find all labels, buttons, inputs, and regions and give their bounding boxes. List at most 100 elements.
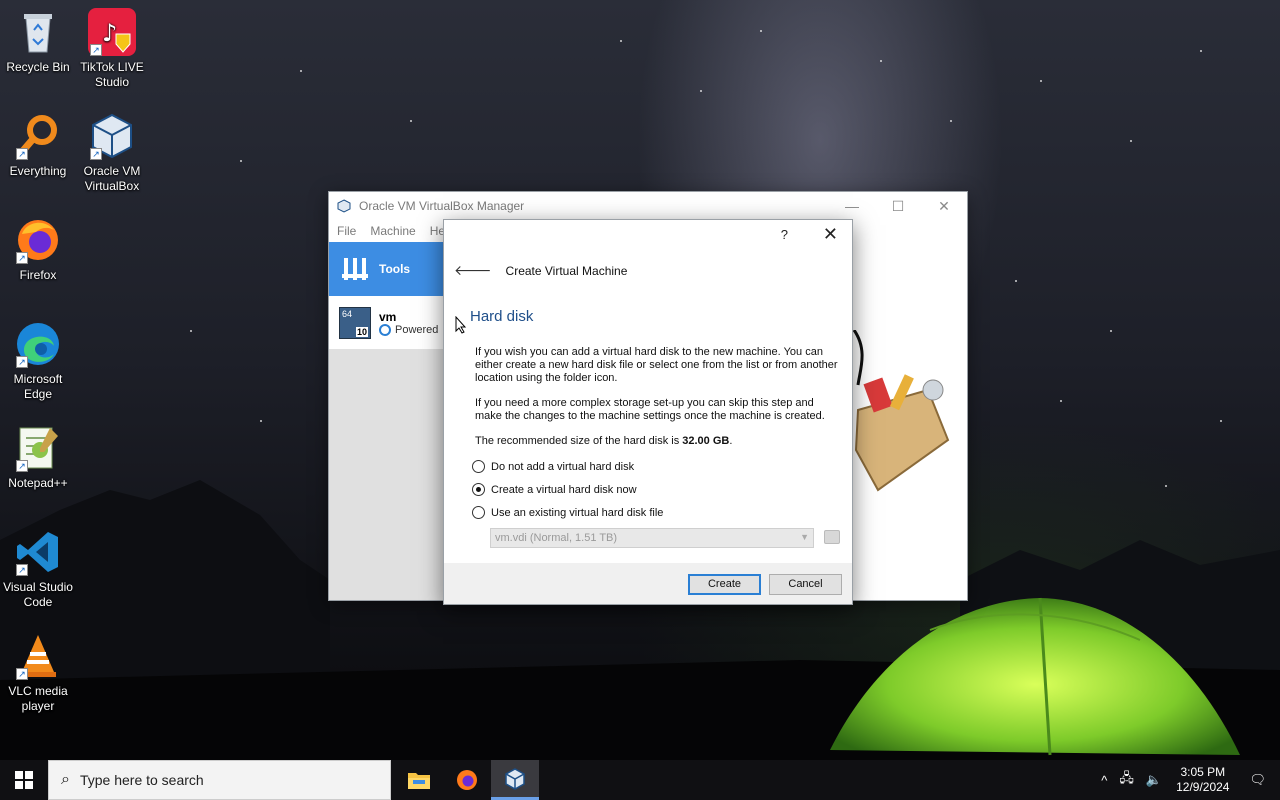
help-button[interactable]: ? [781, 227, 788, 242]
file-explorer-icon [408, 773, 430, 789]
shortcut-arrow-icon: ↗ [16, 564, 28, 576]
svg-text:♪: ♪ [102, 19, 117, 47]
desktop-icon-label: VLC media player [8, 684, 68, 713]
existing-disk-value: vm.vdi (Normal, 1.51 TB) [495, 532, 618, 544]
edge-icon: ↗ [14, 320, 62, 368]
recycle-bin-icon [14, 8, 62, 56]
shortcut-arrow-icon: ↗ [16, 252, 28, 264]
chevron-up-icon[interactable]: ^ [1101, 773, 1107, 788]
search-placeholder: Type here to search [79, 772, 204, 788]
vm-name: vm [379, 309, 397, 324]
clock[interactable]: 3:05 PM 12/9/2024 [1176, 765, 1229, 795]
recommended-size-text: The recommended size of the hard disk is… [475, 435, 843, 448]
tent-image [830, 597, 1240, 756]
tools-icon [342, 258, 368, 280]
desktop-icon-tiktok[interactable]: ♪ ↗ TikTok LIVE Studio [74, 8, 150, 90]
desktop-icon-firefox[interactable]: ↗ Firefox [0, 216, 76, 283]
machine-list-sidebar: Tools 64 10 vm Powered [329, 242, 444, 600]
minimize-button[interactable]: — [829, 192, 875, 220]
close-button[interactable]: ✕ [921, 192, 967, 220]
recommended-prefix: The recommended size of the hard disk is [475, 435, 683, 447]
menu-file[interactable]: File [337, 224, 356, 238]
desktop-icon-everything[interactable]: ↗ Everything [0, 112, 76, 179]
radio-button[interactable] [472, 506, 485, 519]
create-button[interactable]: Create [688, 574, 761, 595]
desktop-icon-label: Everything [9, 164, 67, 178]
desktop-icon-vlc[interactable]: ↗ VLC media player [0, 632, 76, 714]
menu-machine[interactable]: Machine [370, 224, 415, 238]
desktop-icon-label: TikTok LIVE Studio [80, 60, 144, 89]
shortcut-arrow-icon: ↗ [90, 44, 102, 56]
back-arrow-icon[interactable]: 🡐 [454, 262, 492, 279]
system-tray: ^ 🖧 🔈 3:05 PM 12/9/2024 🗨 [1095, 760, 1280, 800]
shortcut-arrow-icon: ↗ [90, 148, 102, 160]
everything-search-icon: ↗ [14, 112, 62, 160]
search-icon: ⌕ [61, 771, 70, 788]
storage-hint-paragraph: If you need a more complex storage set-u… [475, 397, 825, 422]
dialog-titlebar[interactable]: ? ✕ [444, 220, 852, 252]
mouse-cursor-icon [455, 316, 467, 334]
radio-button-selected[interactable] [472, 483, 485, 496]
radio-label: Do not add a virtual hard disk [491, 460, 635, 473]
virtualbox-icon [505, 767, 525, 790]
desktop-icon-notepadpp[interactable]: ↗ Notepad++ [0, 424, 76, 491]
desktop-icon-vscode[interactable]: ↗ Visual Studio Code [0, 528, 76, 610]
shortcut-arrow-icon: ↗ [16, 148, 28, 160]
taskbar-search-box[interactable]: ⌕ Type here to search [48, 760, 391, 800]
clock-date: 12/9/2024 [1176, 780, 1230, 794]
desktop-icon-edge[interactable]: ↗ Microsoft Edge [0, 320, 76, 402]
radio-label: Use an existing virtual hard disk file [491, 506, 664, 519]
desktop-icon-label: Microsoft Edge [13, 372, 63, 401]
shortcut-arrow-icon: ↗ [16, 460, 28, 472]
recommended-size-value: 32.00 GB [682, 435, 730, 447]
clock-time: 3:05 PM [1180, 765, 1226, 779]
desktop-icon-label: Visual Studio Code [3, 580, 73, 609]
close-icon[interactable]: ✕ [823, 224, 838, 245]
radio-no-disk[interactable]: Do not add a virtual hard disk [472, 460, 634, 473]
os-version: 10 [355, 326, 368, 337]
radio-button[interactable] [472, 460, 485, 473]
firefox-icon: ↗ [14, 216, 62, 264]
dialog-title: Create Virtual Machine [505, 263, 628, 278]
start-button[interactable] [0, 760, 48, 800]
radio-create-disk[interactable]: Create a virtual hard disk now [472, 483, 637, 496]
desktop-icon-recycle-bin[interactable]: Recycle Bin [0, 8, 76, 75]
shortcut-arrow-icon: ↗ [16, 668, 28, 680]
tools-item[interactable]: Tools [329, 242, 444, 296]
taskbar-firefox[interactable] [443, 760, 491, 800]
recommended-suffix: . [729, 435, 733, 447]
vm-list-item[interactable]: 64 10 vm Powered [329, 296, 444, 349]
taskbar-file-explorer[interactable] [395, 760, 443, 800]
desktop-icon-label: Firefox [19, 268, 57, 282]
network-icon[interactable]: 🖧 [1119, 769, 1134, 791]
windows-logo-icon [15, 771, 33, 789]
tiktok-icon: ♪ ↗ [88, 8, 136, 56]
power-icon [379, 323, 391, 336]
folder-icon[interactable] [824, 530, 840, 544]
desktop-icon-label: Notepad++ [8, 476, 68, 490]
create-vm-dialog[interactable]: ? ✕ 🡐 Create Virtual Machine Hard disk I… [443, 219, 853, 605]
toolbox-illustration [852, 330, 950, 492]
shortcut-arrow-icon: ↗ [16, 356, 28, 368]
existing-disk-select[interactable]: vm.vdi (Normal, 1.51 TB) ▼ [490, 528, 814, 548]
desktop-icon-virtualbox[interactable]: ↗ Oracle VM VirtualBox [74, 112, 150, 194]
chevron-down-icon: ▼ [800, 532, 809, 542]
maximize-button[interactable]: ☐ [875, 192, 921, 220]
notification-icon[interactable]: 🗨 [1249, 772, 1266, 788]
section-title: Hard disk [470, 308, 534, 325]
radio-label: Create a virtual hard disk now [491, 483, 637, 496]
window-title: Oracle VM VirtualBox Manager [359, 199, 525, 213]
virtualbox-icon: ↗ [88, 112, 136, 160]
taskbar-virtualbox[interactable] [491, 760, 539, 800]
volume-muted-icon[interactable]: 🔈 [1146, 772, 1162, 788]
radio-existing-disk[interactable]: Use an existing virtual hard disk file [472, 506, 663, 519]
description-paragraph: If you wish you can add a virtual hard d… [475, 346, 838, 384]
tools-label: Tools [379, 262, 411, 276]
desktop-icon-label: Recycle Bin [6, 60, 70, 74]
os-bitness: 64 [342, 308, 353, 319]
vscode-icon: ↗ [14, 528, 62, 576]
os-windows10-icon: 64 10 [339, 306, 371, 339]
notepadpp-icon: ↗ [14, 424, 62, 472]
cancel-button[interactable]: Cancel [769, 574, 842, 595]
vm-state: Powered [395, 323, 439, 336]
